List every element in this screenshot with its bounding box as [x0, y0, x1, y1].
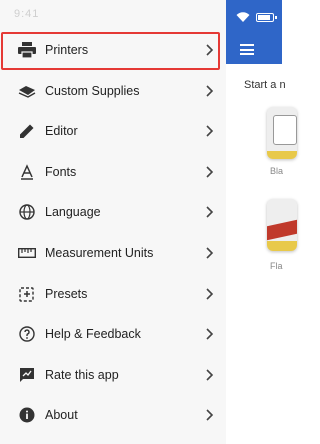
- chevron-right-icon: [206, 44, 214, 56]
- navigation-drawer: 9:41 Printers Custom Supplies Editor Fon…: [0, 0, 226, 444]
- chevron-right-icon: [206, 369, 214, 381]
- chevron-right-icon: [206, 328, 214, 340]
- drawer-item-label: Measurement Units: [45, 246, 154, 260]
- wifi-icon: [236, 12, 250, 22]
- battery-icon: [256, 12, 277, 22]
- ruler-icon: [17, 243, 37, 263]
- pencil-icon: [17, 121, 37, 141]
- supplies-icon: [17, 81, 37, 101]
- rate-icon: [17, 365, 37, 385]
- font-icon: [17, 162, 37, 182]
- printer-icon: [17, 40, 37, 60]
- globe-icon: [17, 202, 37, 222]
- drawer-item-language[interactable]: Language: [0, 192, 226, 232]
- chevron-right-icon: [206, 206, 214, 218]
- drawer-item-label: About: [45, 408, 78, 422]
- status-time: 9:41: [14, 8, 40, 20]
- drawer-item-printers[interactable]: Printers: [0, 30, 226, 70]
- chevron-right-icon: [206, 247, 214, 259]
- app-toolbar: [226, 34, 282, 64]
- drawer-item-measurement-units[interactable]: Measurement Units: [0, 233, 226, 273]
- presets-icon: [17, 284, 37, 304]
- drawer-item-label: Help & Feedback: [45, 327, 141, 341]
- drawer-item-fonts[interactable]: Fonts: [0, 152, 226, 192]
- drawer-item-label: Rate this app: [45, 368, 119, 382]
- info-icon: [17, 405, 37, 425]
- template-card-label: Fla: [270, 261, 283, 271]
- chevron-right-icon: [206, 85, 214, 97]
- chevron-right-icon: [206, 166, 214, 178]
- template-card[interactable]: [267, 107, 297, 159]
- menu-icon[interactable]: [240, 44, 254, 55]
- start-label: Start a n: [244, 79, 286, 91]
- chevron-right-icon: [206, 125, 214, 137]
- drawer-item-label: Printers: [45, 43, 89, 57]
- drawer-item-label: Language: [45, 205, 101, 219]
- drawer-item-about[interactable]: About: [0, 395, 226, 435]
- drawer-item-help-feedback[interactable]: Help & Feedback: [0, 314, 226, 354]
- drawer-item-label: Presets: [45, 287, 88, 301]
- template-card-label: Bla: [270, 166, 284, 176]
- help-icon: [17, 324, 37, 344]
- drawer-item-editor[interactable]: Editor: [0, 111, 226, 151]
- chevron-right-icon: [206, 409, 214, 421]
- drawer-status-bar: 9:41: [0, 0, 226, 30]
- template-card[interactable]: [267, 199, 297, 251]
- drawer-item-label: Editor: [45, 124, 78, 138]
- chevron-right-icon: [206, 288, 214, 300]
- drawer-item-rate-app[interactable]: Rate this app: [0, 355, 226, 395]
- drawer-item-presets[interactable]: Presets: [0, 274, 226, 314]
- drawer-item-custom-supplies[interactable]: Custom Supplies: [0, 71, 226, 111]
- status-icons: [236, 10, 277, 24]
- drawer-item-label: Custom Supplies: [45, 84, 140, 98]
- drawer-item-label: Fonts: [45, 165, 77, 179]
